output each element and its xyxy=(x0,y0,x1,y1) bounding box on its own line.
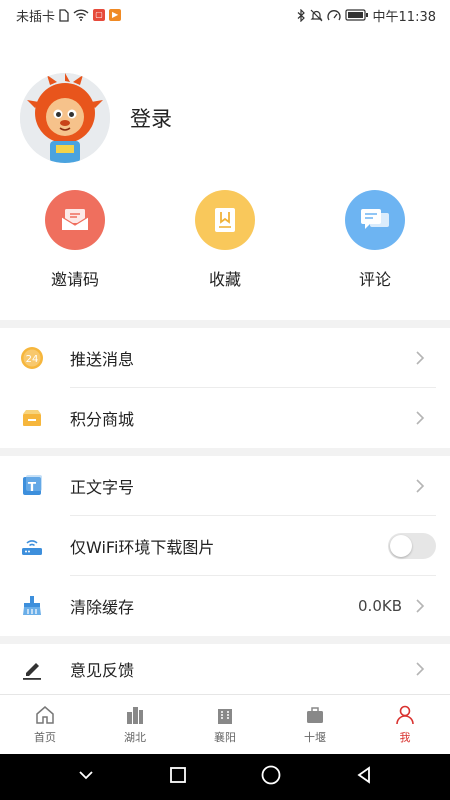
chevron-right-icon xyxy=(410,476,430,496)
status-right: 中午11:38 xyxy=(297,6,436,25)
cache-size-value: 0.0KB xyxy=(358,597,402,615)
nav-xiangyang-label: 襄阳 xyxy=(214,731,236,744)
sim-icon xyxy=(59,8,69,22)
app-notification-icon: ▢ xyxy=(93,9,106,21)
comments-button[interactable]: 评论 xyxy=(300,190,450,300)
points-mall-icon xyxy=(20,406,44,430)
comments-label: 评论 xyxy=(358,270,391,289)
profile-header[interactable]: 登录 xyxy=(0,70,450,166)
wifi-only-images-toggle[interactable] xyxy=(388,533,436,559)
nav-home[interactable]: 首页 xyxy=(0,695,90,754)
section-gap xyxy=(0,320,450,328)
login-label[interactable]: 登录 xyxy=(130,103,172,133)
person-icon xyxy=(396,705,414,725)
favorites-label: 收藏 xyxy=(208,270,241,289)
chevron-right-icon xyxy=(410,408,430,428)
nav-shiyan[interactable]: 十堰 xyxy=(270,695,360,754)
feedback-label: 意见反馈 xyxy=(70,661,135,680)
carrier-text: 未插卡 xyxy=(16,9,56,25)
status-bar: 未插卡 ▢ ▶ 中午11:38 xyxy=(0,0,450,30)
menu-item-font-size[interactable]: T 正文字号 xyxy=(0,456,450,516)
nav-xiangyang[interactable]: 襄阳 xyxy=(180,695,270,754)
recent-apps-icon[interactable] xyxy=(168,765,188,789)
push-messages-label: 推送消息 xyxy=(70,350,135,369)
nav-me[interactable]: 我 xyxy=(360,695,450,754)
home-circle-icon[interactable] xyxy=(260,764,282,790)
chevron-right-icon xyxy=(410,596,430,616)
font-size-label: 正文字号 xyxy=(70,478,135,497)
chat-bubbles-icon xyxy=(345,190,405,250)
nav-hubei[interactable]: 湖北 xyxy=(90,695,180,754)
invite-code-button[interactable]: 邀请码 xyxy=(0,190,150,300)
chevron-right-icon xyxy=(410,659,430,679)
favorites-button[interactable]: 收藏 xyxy=(150,190,300,300)
bottom-nav: 首页 湖北 襄阳 十堰 我 xyxy=(0,694,450,754)
wifi-only-images-label: 仅WiFi环境下载图片 xyxy=(70,538,215,557)
router-icon xyxy=(20,534,44,558)
building-icon xyxy=(218,709,232,724)
home-icon xyxy=(36,706,54,724)
nav-hubei-label: 湖北 xyxy=(124,731,146,744)
lion-mascot-icon xyxy=(20,73,110,163)
menu-item-push-messages[interactable]: 24 推送消息 xyxy=(0,328,450,388)
status-left: 未插卡 ▢ ▶ xyxy=(16,6,122,25)
push-badge-text: 24 xyxy=(26,354,39,365)
section-gap xyxy=(0,636,450,644)
app-screen: 未插卡 ▢ ▶ 中午11:38 登录 邀请码 收藏 评论 24 推送消息 积分商… xyxy=(0,0,450,800)
bluetooth-icon xyxy=(297,8,306,22)
section-gap xyxy=(0,448,450,456)
nav-shiyan-label: 十堰 xyxy=(304,731,326,744)
battery-icon xyxy=(344,9,369,21)
pencil-icon xyxy=(20,657,44,681)
menu-item-clear-cache[interactable]: 清除缓存 0.0KB xyxy=(0,576,450,636)
clear-cache-label: 清除缓存 xyxy=(70,598,135,617)
text-size-glyph: T xyxy=(28,480,37,494)
envelope-icon xyxy=(45,190,105,250)
speedometer-icon xyxy=(326,9,341,22)
mute-bell-icon xyxy=(310,9,323,22)
nav-home-label: 首页 xyxy=(34,731,56,744)
broom-icon xyxy=(20,594,44,618)
push-badge-icon: 24 xyxy=(20,346,44,370)
chevron-right-icon xyxy=(410,348,430,368)
toggle-knob xyxy=(390,535,412,557)
city-buildings-icon xyxy=(127,707,143,724)
menu-item-points-mall[interactable]: 积分商城 xyxy=(0,388,450,448)
system-nav-bar xyxy=(0,754,450,800)
wifi-icon xyxy=(73,9,89,21)
menu-item-feedback[interactable]: 意见反馈 xyxy=(0,644,450,694)
clock-text: 中午11:38 xyxy=(372,9,436,25)
back-triangle-icon[interactable] xyxy=(354,765,374,789)
points-mall-label: 积分商城 xyxy=(70,410,135,429)
avatar[interactable] xyxy=(20,73,110,163)
quick-actions: 邀请码 收藏 评论 xyxy=(0,190,450,300)
briefcase-icon xyxy=(307,707,323,723)
chevron-down-icon[interactable] xyxy=(76,765,96,789)
invite-code-label: 邀请码 xyxy=(50,270,99,289)
menu-item-wifi-only-images: 仅WiFi环境下载图片 xyxy=(0,516,450,576)
text-size-icon: T xyxy=(20,474,44,498)
nav-me-label: 我 xyxy=(399,731,411,744)
bookmark-icon xyxy=(195,190,255,250)
video-app-notification-icon: ▶ xyxy=(109,9,122,21)
